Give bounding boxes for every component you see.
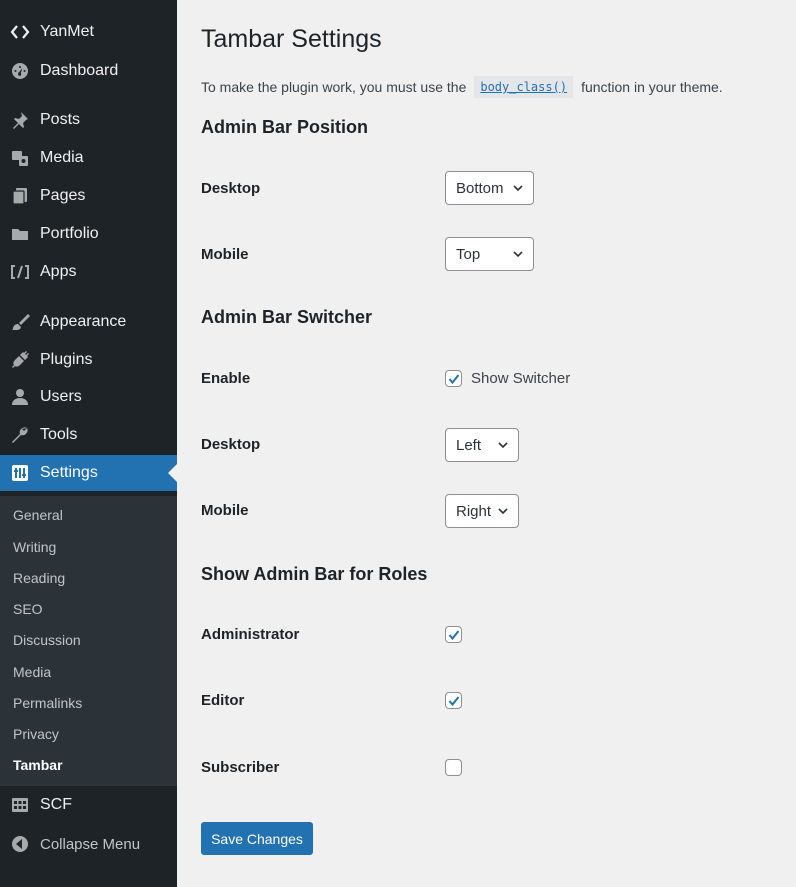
sidebar-item-label: Pages xyxy=(40,187,86,204)
select-value: Bottom xyxy=(456,179,504,197)
sidebar-item-apps[interactable]: Apps xyxy=(0,254,177,290)
code-brackets-icon xyxy=(9,21,31,43)
checkmark-icon xyxy=(448,374,460,385)
settings-icon xyxy=(9,462,31,484)
select-value: Left xyxy=(456,436,482,454)
submenu-item-discussion[interactable]: Discussion xyxy=(13,632,81,648)
sidebar-item-label: Plugins xyxy=(40,351,93,368)
sidebar-item-label: Posts xyxy=(40,111,81,128)
chevron-down-icon xyxy=(513,251,523,258)
submenu-item-privacy[interactable]: Privacy xyxy=(13,726,59,742)
intro-after: function in your theme. xyxy=(581,79,723,95)
submenu-item-tambar[interactable]: Tambar xyxy=(13,757,63,773)
section-title-switcher: Admin Bar Switcher xyxy=(201,307,373,327)
sidebar-item-settings[interactable]: Settings xyxy=(0,455,177,491)
sidebar-item-scf[interactable]: SCF xyxy=(0,787,177,823)
sidebar-item-dashboard[interactable]: Dashboard xyxy=(0,53,177,89)
switcher-desktop-label: Desktop xyxy=(201,436,261,453)
submenu-item-writing[interactable]: Writing xyxy=(13,539,56,555)
intro-code-link[interactable]: body_class() xyxy=(474,76,574,98)
intro-before: To make the plugin work, you must use th… xyxy=(201,79,467,95)
select-value: Right xyxy=(456,502,492,520)
sidebar-item-plugins[interactable]: Plugins xyxy=(0,342,177,378)
sidebar-item-tools[interactable]: Tools xyxy=(0,417,177,453)
checkmark-icon xyxy=(448,696,460,707)
select-value: Top xyxy=(456,245,481,263)
position-desktop-label: Desktop xyxy=(201,180,261,197)
show-switcher-checkbox[interactable] xyxy=(445,370,462,387)
code-icon xyxy=(9,261,31,283)
active-indicator xyxy=(168,464,177,482)
sidebar-item-portfolio[interactable]: Portfolio xyxy=(0,216,177,252)
intro-text: To make the plugin work, you must use th… xyxy=(201,76,723,98)
dashboard-icon xyxy=(9,60,31,82)
site-name: YanMet xyxy=(40,23,94,40)
sidebar-item-label: Media xyxy=(40,149,84,166)
media-icon xyxy=(9,147,31,169)
position-mobile-label: Mobile xyxy=(201,246,249,263)
admin-sidebar: YanMet Dashboard Posts Media Pages Portf… xyxy=(0,0,177,887)
switcher-mobile-label: Mobile xyxy=(201,502,249,519)
settings-submenu: General Writing Reading SEO Discussion M… xyxy=(0,496,177,786)
role-editor-label: Editor xyxy=(201,692,245,709)
sidebar-item-label: Settings xyxy=(40,464,98,481)
user-icon xyxy=(9,386,31,408)
checkmark-icon xyxy=(448,630,460,641)
save-changes-button[interactable]: Save Changes xyxy=(201,822,313,855)
pin-icon xyxy=(9,109,31,131)
chevron-down-icon xyxy=(498,442,508,449)
submenu-item-reading[interactable]: Reading xyxy=(13,570,65,586)
sidebar-item-label: Apps xyxy=(40,263,77,280)
main-content: Tambar Settings To make the plugin work,… xyxy=(177,0,796,887)
sidebar-item-label: Portfolio xyxy=(40,225,99,242)
role-editor-checkbox[interactable] xyxy=(445,692,462,709)
wrench-icon xyxy=(9,424,31,446)
sidebar-item-posts[interactable]: Posts xyxy=(0,102,177,138)
position-desktop-select[interactable]: Bottom xyxy=(445,171,534,205)
submenu-item-seo[interactable]: SEO xyxy=(13,601,43,617)
section-title-position: Admin Bar Position xyxy=(201,117,369,137)
collapse-icon xyxy=(9,833,31,855)
role-subscriber-label: Subscriber xyxy=(201,759,280,776)
switcher-mobile-select[interactable]: Right xyxy=(445,494,519,528)
folder-icon xyxy=(9,223,31,245)
submenu-item-general[interactable]: General xyxy=(13,507,63,523)
switcher-enable-label: Enable xyxy=(201,370,251,387)
submenu-item-media[interactable]: Media xyxy=(13,664,51,680)
position-mobile-select[interactable]: Top xyxy=(445,237,534,271)
pages-icon xyxy=(9,185,31,207)
sidebar-item-users[interactable]: Users xyxy=(0,379,177,415)
sidebar-item-pages[interactable]: Pages xyxy=(0,178,177,214)
sidebar-item-appearance[interactable]: Appearance xyxy=(0,304,177,340)
role-administrator-checkbox[interactable] xyxy=(445,626,462,643)
collapse-menu-button[interactable]: Collapse Menu xyxy=(0,826,177,862)
collapse-menu-label: Collapse Menu xyxy=(40,835,141,853)
page-title: Tambar Settings xyxy=(201,25,382,53)
sidebar-item-media[interactable]: Media xyxy=(0,140,177,176)
plug-icon xyxy=(9,349,31,371)
section-title-roles: Show Admin Bar for Roles xyxy=(201,564,428,584)
role-administrator-label: Administrator xyxy=(201,626,300,643)
sidebar-item-label: Tools xyxy=(40,426,78,443)
sidebar-item-label: SCF xyxy=(40,796,72,813)
site-name-link[interactable]: YanMet xyxy=(0,14,177,50)
brush-icon xyxy=(9,311,31,333)
chevron-down-icon xyxy=(513,185,523,192)
switcher-desktop-select[interactable]: Left xyxy=(445,428,519,462)
chevron-down-icon xyxy=(498,508,508,515)
sidebar-item-label: Dashboard xyxy=(40,62,119,79)
sidebar-item-label: Users xyxy=(40,388,82,405)
sidebar-item-label: Appearance xyxy=(40,313,127,330)
table-icon xyxy=(9,794,31,816)
submenu-item-permalinks[interactable]: Permalinks xyxy=(13,695,82,711)
show-switcher-label[interactable]: Show Switcher xyxy=(471,370,570,387)
role-subscriber-checkbox[interactable] xyxy=(445,759,462,776)
